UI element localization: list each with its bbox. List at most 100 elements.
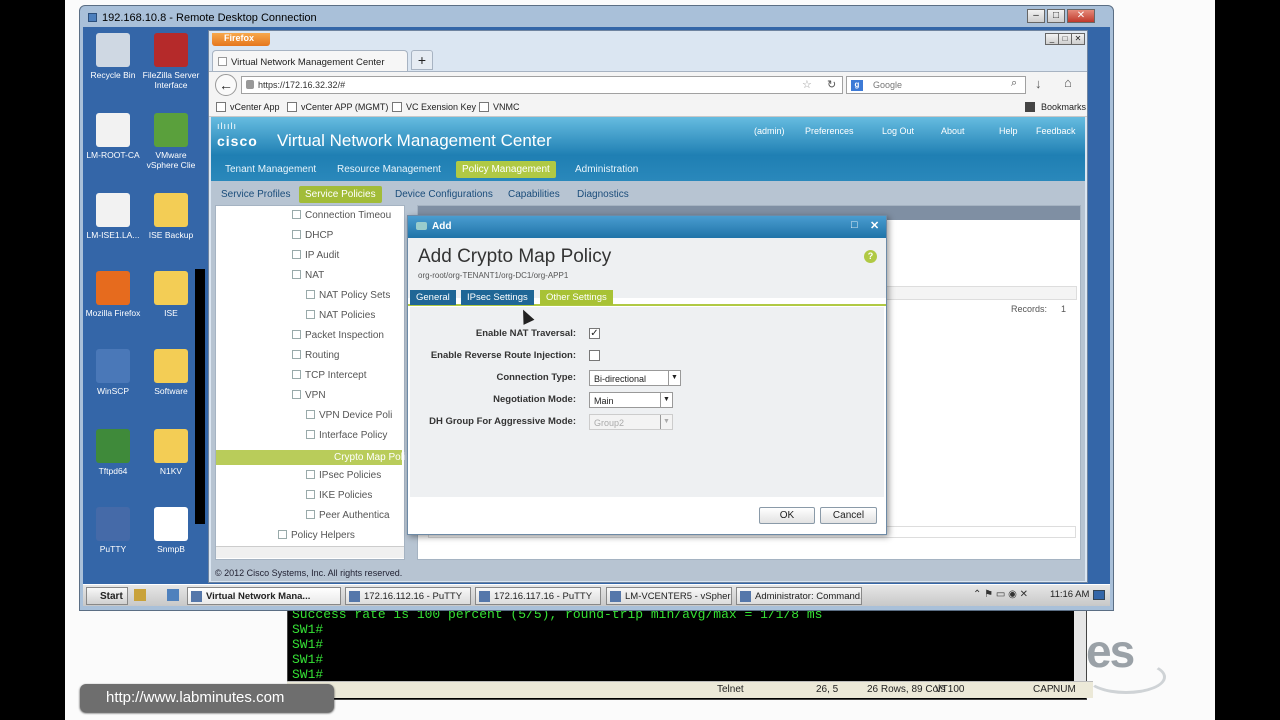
bookmark-vcenter-mgmt[interactable]: vCenter APP (MGMT) xyxy=(301,102,388,112)
desktop-icon[interactable]: Mozilla Firefox xyxy=(83,271,143,318)
tab-other-settings[interactable]: Other Settings xyxy=(540,290,613,305)
desktop-icon[interactable]: Software xyxy=(141,349,201,396)
maximize-icon[interactable]: □ xyxy=(851,219,858,231)
new-tab-button[interactable]: + xyxy=(411,50,433,70)
tab-general[interactable]: General xyxy=(410,290,456,305)
google-icon: g xyxy=(851,80,863,91)
desktop-icon[interactable]: LM-ROOT-CA xyxy=(83,113,143,160)
taskbar-item[interactable]: Virtual Network Mana... xyxy=(187,587,341,605)
desktop-icon[interactable]: PuTTY xyxy=(83,507,143,554)
menu-administration[interactable]: Administration xyxy=(569,161,644,178)
tab-service-policies[interactable]: Service Policies xyxy=(299,186,382,203)
desktop-icon[interactable]: Recycle Bin xyxy=(83,33,143,80)
tree-scrollbar[interactable] xyxy=(216,546,404,558)
nat-traversal-label: Enable NAT Traversal: xyxy=(475,328,576,339)
app-icon xyxy=(610,591,621,602)
desktop-icon[interactable]: SnmpB xyxy=(141,507,201,554)
ff-minimize-button[interactable]: _ xyxy=(1045,33,1059,45)
desktop-icon[interactable]: ISE Backup xyxy=(141,193,201,240)
tab-capabilities[interactable]: Capabilities xyxy=(502,186,566,203)
desktop-icon[interactable]: Tftpd64 xyxy=(83,429,143,476)
search-input[interactable]: g Google ⌕ xyxy=(846,76,1026,94)
tab-device-configurations[interactable]: Device Configurations xyxy=(389,186,499,203)
dialog-icon xyxy=(416,222,427,230)
tree-node[interactable]: NAT Policy Sets xyxy=(306,290,390,301)
bookmark-vnmc[interactable]: VNMC xyxy=(493,102,520,112)
taskbar-item[interactable]: Administrator: Command... xyxy=(736,587,862,605)
menu-tenant-management[interactable]: Tenant Management xyxy=(219,161,322,178)
desktop-icon[interactable]: VMware vSphere Clie xyxy=(141,113,201,170)
tab-ipsec-settings[interactable]: IPsec Settings xyxy=(461,290,534,305)
menu-policy-management[interactable]: Policy Management xyxy=(456,161,556,178)
ok-button[interactable]: OK xyxy=(759,507,815,524)
tree-node[interactable]: Packet Inspection xyxy=(292,330,384,341)
help-link[interactable]: Help xyxy=(999,126,1018,136)
tree-node[interactable]: DHCP xyxy=(292,230,333,241)
start-button[interactable]: Start xyxy=(86,587,128,605)
ff-close-button[interactable]: ✕ xyxy=(1071,33,1085,45)
taskbar-item[interactable]: LM-VCENTER5 - vSphere... xyxy=(606,587,732,605)
desktop-icon[interactable]: N1KV xyxy=(141,429,201,476)
taskbar-item[interactable]: 172.16.117.16 - PuTTY xyxy=(475,587,601,605)
bookmarks-menu[interactable]: Bookmarks xyxy=(1041,102,1086,112)
url-input[interactable]: https://172.16.32.32/# ☆ ↻ xyxy=(241,76,843,94)
help-icon[interactable]: ? xyxy=(864,250,877,263)
back-arrow-icon[interactable]: ← xyxy=(215,74,237,96)
add-crypto-map-dialog[interactable]: Add □ ✕ Add Crypto Map Policy org-root/o… xyxy=(407,215,887,535)
cancel-button[interactable]: Cancel xyxy=(820,507,877,524)
rri-label: Enable Reverse Route Injection: xyxy=(430,350,576,361)
tree-node[interactable]: TCP Intercept xyxy=(292,370,367,381)
tree-node[interactable]: VPN Device Poli xyxy=(306,410,392,421)
close-icon[interactable]: ✕ xyxy=(870,219,879,232)
terminal-line: SW1# xyxy=(292,667,324,682)
terminal-line: SW1# xyxy=(292,622,324,637)
tree-node[interactable]: Peer Authentica xyxy=(306,510,390,521)
quicklaunch-powershell-icon[interactable] xyxy=(167,589,179,601)
download-icon[interactable]: ↓ xyxy=(1035,76,1042,91)
negotiation-mode-select[interactable]: Main ▼ xyxy=(589,392,673,408)
minimize-button[interactable]: – xyxy=(1027,9,1045,23)
tree-node[interactable]: Interface Policy xyxy=(306,430,387,441)
ff-maximize-button[interactable]: □ xyxy=(1058,33,1072,45)
tree-node[interactable]: Crypto Map Poli xyxy=(216,450,405,465)
show-desktop-icon[interactable] xyxy=(1093,590,1105,600)
terminal-scrollbar[interactable] xyxy=(1074,605,1086,687)
star-icon[interactable]: ☆ xyxy=(802,78,812,91)
tree-node[interactable]: Policy Helpers xyxy=(278,530,355,541)
tree-node[interactable]: Connection Timeou xyxy=(292,210,391,221)
desktop-icon-label: SnmpB xyxy=(157,544,185,554)
tab-diagnostics[interactable]: Diagnostics xyxy=(571,186,635,203)
tree-node[interactable]: VPN xyxy=(292,390,326,401)
menu-resource-management[interactable]: Resource Management xyxy=(331,161,447,178)
bookmark-vc-key[interactable]: VC Exension Key xyxy=(406,102,476,112)
rri-checkbox[interactable] xyxy=(589,350,600,361)
taskbar-item[interactable]: 172.16.112.16 - PuTTY xyxy=(345,587,471,605)
reload-icon[interactable]: ↻ xyxy=(827,78,836,91)
firefox-menu-button[interactable]: Firefox xyxy=(212,33,270,46)
search-icon[interactable]: ⌕ xyxy=(1011,77,1017,90)
bookmark-vcenter-app[interactable]: vCenter App xyxy=(230,102,280,112)
tab-service-profiles[interactable]: Service Profiles xyxy=(215,186,296,203)
browser-tab[interactable]: Virtual Network Management Center xyxy=(212,50,408,72)
desktop-icon[interactable]: WinSCP xyxy=(83,349,143,396)
tree-node[interactable]: IKE Policies xyxy=(306,490,372,501)
tree-node[interactable]: IPsec Policies xyxy=(306,470,381,481)
logout-link[interactable]: Log Out xyxy=(882,126,914,136)
nat-traversal-checkbox[interactable]: ✓ xyxy=(589,328,600,339)
connection-type-select[interactable]: Bi-directional ▼ xyxy=(589,370,681,386)
tree-node[interactable]: Routing xyxy=(292,350,339,361)
desktop-icon[interactable]: FileZilla Server Interface xyxy=(141,33,201,90)
home-icon[interactable]: ⌂ xyxy=(1064,75,1072,90)
preferences-link[interactable]: Preferences xyxy=(805,126,854,136)
close-button[interactable]: ✕ xyxy=(1067,9,1095,23)
desktop-icon[interactable]: LM-ISE1.LA... xyxy=(83,193,143,240)
tree-node[interactable]: IP Audit xyxy=(292,250,339,261)
tree-node[interactable]: NAT xyxy=(292,270,324,281)
desktop-icon[interactable]: ISE xyxy=(141,271,201,318)
maximize-button[interactable]: □ xyxy=(1047,9,1065,23)
about-link[interactable]: About xyxy=(941,126,965,136)
terminal-statusbar: Telnet 26, 5 26 Rows, 89 Cols VT100 CAP … xyxy=(287,681,1093,698)
tree-node[interactable]: NAT Policies xyxy=(306,310,375,321)
feedback-link[interactable]: Feedback xyxy=(1036,126,1076,136)
quicklaunch-folder-icon[interactable] xyxy=(134,589,146,601)
